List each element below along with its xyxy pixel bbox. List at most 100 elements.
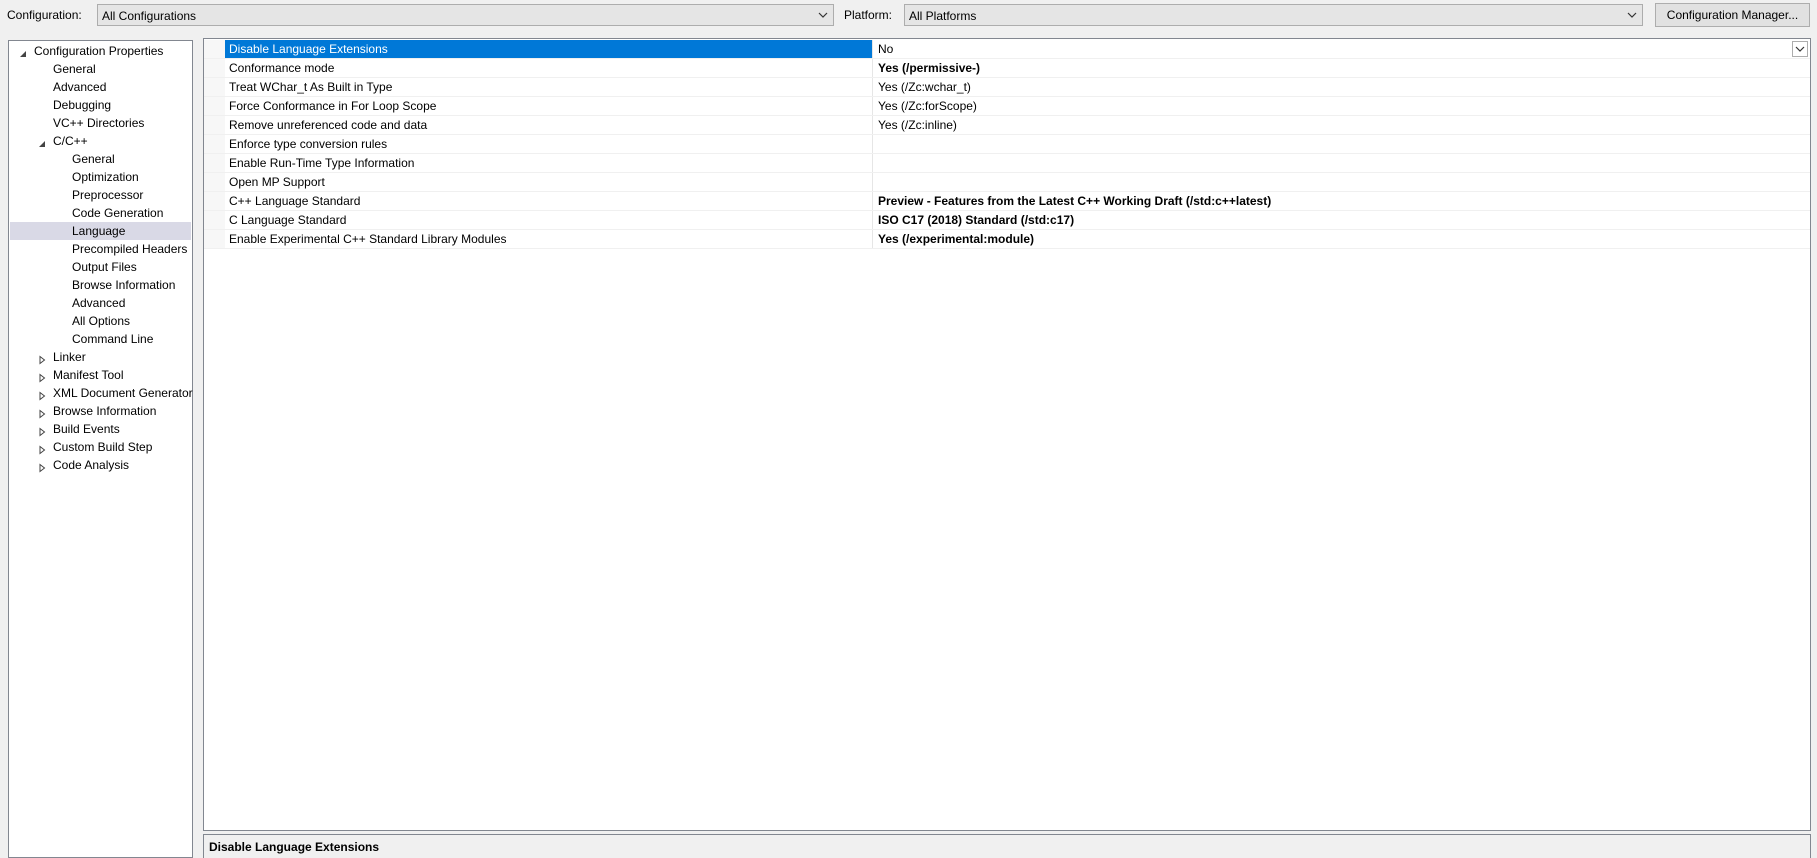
property-name[interactable]: Treat WChar_t As Built in Type (225, 78, 873, 96)
triangle-collapsed-icon[interactable] (37, 388, 47, 401)
property-name[interactable]: Enable Experimental C++ Standard Library… (225, 230, 873, 248)
property-value[interactable]: Preview - Features from the Latest C++ W… (874, 192, 1810, 210)
tree-item-browse-information[interactable]: Browse Information (10, 402, 191, 420)
row-gutter (204, 40, 225, 58)
property-name[interactable]: Disable Language Extensions (225, 40, 873, 58)
tree-item-xml-document-generator[interactable]: XML Document Generator (10, 384, 193, 402)
row-gutter (204, 135, 225, 153)
property-row[interactable]: Enforce type conversion rules (204, 135, 1810, 154)
configuration-toolbar: Configuration: All Configurations Platfo… (0, 0, 1817, 32)
tree-item-cpp-advanced[interactable]: Advanced (10, 294, 191, 312)
tree-item-c-cpp[interactable]: C/C++ (10, 132, 191, 150)
row-gutter (204, 78, 225, 96)
row-gutter (204, 211, 225, 229)
triangle-collapsed-icon[interactable] (37, 352, 47, 365)
tree-item-cpp-browse-information[interactable]: Browse Information (10, 276, 191, 294)
tree-item-label: Advanced (53, 80, 107, 94)
property-value[interactable]: ISO C17 (2018) Standard (/std:c17) (874, 211, 1810, 229)
property-row[interactable]: Enable Run-Time Type Information (204, 154, 1810, 173)
chevron-down-icon[interactable] (1624, 7, 1640, 23)
property-row[interactable]: Treat WChar_t As Built in Type Yes (/Zc:… (204, 78, 1810, 97)
property-row[interactable]: Remove unreferenced code and data Yes (/… (204, 116, 1810, 135)
tree-item-label: Command Line (72, 332, 154, 346)
tree-item-label: Configuration Properties (34, 44, 164, 58)
tree-item-code-analysis[interactable]: Code Analysis (10, 456, 191, 474)
property-tree: Configuration Properties General Advance… (8, 40, 193, 858)
triangle-collapsed-icon[interactable] (37, 370, 47, 383)
tree-item-cpp-language[interactable]: Language (10, 222, 191, 240)
tree-item-linker[interactable]: Linker (10, 348, 191, 366)
configuration-select[interactable]: All Configurations (97, 4, 834, 26)
tree-item-cpp-all-options[interactable]: All Options (10, 312, 191, 330)
row-gutter (204, 173, 225, 191)
tree-item-vcpp-directories[interactable]: VC++ Directories (10, 114, 191, 132)
property-name[interactable]: Enable Run-Time Type Information (225, 154, 873, 172)
triangle-collapsed-icon[interactable] (37, 424, 47, 437)
property-row[interactable]: C++ Language Standard Preview - Features… (204, 192, 1810, 211)
tree-item-cpp-command-line[interactable]: Command Line (10, 330, 191, 348)
tree-item-cpp-code-generation[interactable]: Code Generation (10, 204, 191, 222)
configuration-select-value: All Configurations (102, 9, 197, 23)
tree-item-cpp-precompiled-headers[interactable]: Precompiled Headers (10, 240, 191, 258)
property-name[interactable]: Force Conformance in For Loop Scope (225, 97, 873, 115)
property-value[interactable]: No (874, 40, 1810, 58)
tree-item-cpp-general[interactable]: General (10, 150, 191, 168)
tree-item-label: General (72, 152, 115, 166)
property-value[interactable]: Yes (/Zc:forScope) (874, 97, 1810, 115)
description-title: Disable Language Extensions (209, 840, 380, 854)
tree-item-cpp-optimization[interactable]: Optimization (10, 168, 191, 186)
tree-item-configuration-properties[interactable]: Configuration Properties (10, 42, 191, 60)
tree-item-label: Preprocessor (72, 188, 144, 202)
row-gutter (204, 230, 225, 248)
row-gutter (204, 59, 225, 77)
property-name[interactable]: Conformance mode (225, 59, 873, 77)
platform-label: Platform: (844, 8, 893, 22)
configuration-manager-button[interactable]: Configuration Manager... (1655, 3, 1810, 27)
property-row[interactable]: Conformance mode Yes (/permissive-) (204, 59, 1810, 78)
property-value[interactable] (874, 154, 1810, 172)
tree-item-custom-build-step[interactable]: Custom Build Step (10, 438, 191, 456)
tree-item-build-events[interactable]: Build Events (10, 420, 191, 438)
tree-item-label: Optimization (72, 170, 139, 184)
property-value[interactable]: Yes (/Zc:wchar_t) (874, 78, 1810, 96)
platform-select[interactable]: All Platforms (904, 4, 1643, 26)
tree-item-manifest-tool[interactable]: Manifest Tool (10, 366, 191, 384)
property-name[interactable]: C Language Standard (225, 211, 873, 229)
triangle-expanded-icon[interactable] (37, 136, 47, 147)
row-gutter (204, 154, 225, 172)
property-grid: Disable Language Extensions No Conforman… (203, 38, 1811, 831)
tree-item-label: Language (72, 224, 126, 238)
tree-item-label: Manifest Tool (53, 368, 124, 382)
tree-item-general[interactable]: General (10, 60, 191, 78)
property-name[interactable]: Open MP Support (225, 173, 873, 191)
tree-item-debugging[interactable]: Debugging (10, 96, 191, 114)
triangle-collapsed-icon[interactable] (37, 406, 47, 419)
platform-select-value: All Platforms (909, 9, 977, 23)
triangle-collapsed-icon[interactable] (37, 442, 47, 455)
property-row[interactable]: Enable Experimental C++ Standard Library… (204, 230, 1810, 249)
property-value[interactable]: Yes (/experimental:module) (874, 230, 1810, 248)
property-row[interactable]: C Language Standard ISO C17 (2018) Stand… (204, 211, 1810, 230)
tree-item-label: Code Generation (72, 206, 164, 220)
tree-item-cpp-output-files[interactable]: Output Files (10, 258, 191, 276)
property-name[interactable]: Enforce type conversion rules (225, 135, 873, 153)
property-value[interactable] (874, 135, 1810, 153)
tree-item-label: Debugging (53, 98, 112, 112)
tree-item-cpp-preprocessor[interactable]: Preprocessor (10, 186, 191, 204)
property-value[interactable]: Yes (/Zc:inline) (874, 116, 1810, 134)
property-name[interactable]: C++ Language Standard (225, 192, 873, 210)
tree-item-advanced[interactable]: Advanced (10, 78, 191, 96)
property-row[interactable]: Disable Language Extensions No (204, 40, 1810, 59)
property-value[interactable]: Yes (/permissive-) (874, 59, 1810, 77)
row-gutter (204, 116, 225, 134)
chevron-down-icon[interactable] (1792, 41, 1808, 57)
triangle-expanded-icon[interactable] (18, 46, 28, 57)
tree-item-label: VC++ Directories (53, 116, 145, 130)
property-value[interactable] (874, 173, 1810, 191)
chevron-down-icon[interactable] (815, 7, 831, 23)
property-row[interactable]: Open MP Support (204, 173, 1810, 192)
property-row[interactable]: Force Conformance in For Loop Scope Yes … (204, 97, 1810, 116)
triangle-collapsed-icon[interactable] (37, 460, 47, 473)
property-name[interactable]: Remove unreferenced code and data (225, 116, 873, 134)
tree-item-label: XML Document Generator (53, 386, 193, 400)
